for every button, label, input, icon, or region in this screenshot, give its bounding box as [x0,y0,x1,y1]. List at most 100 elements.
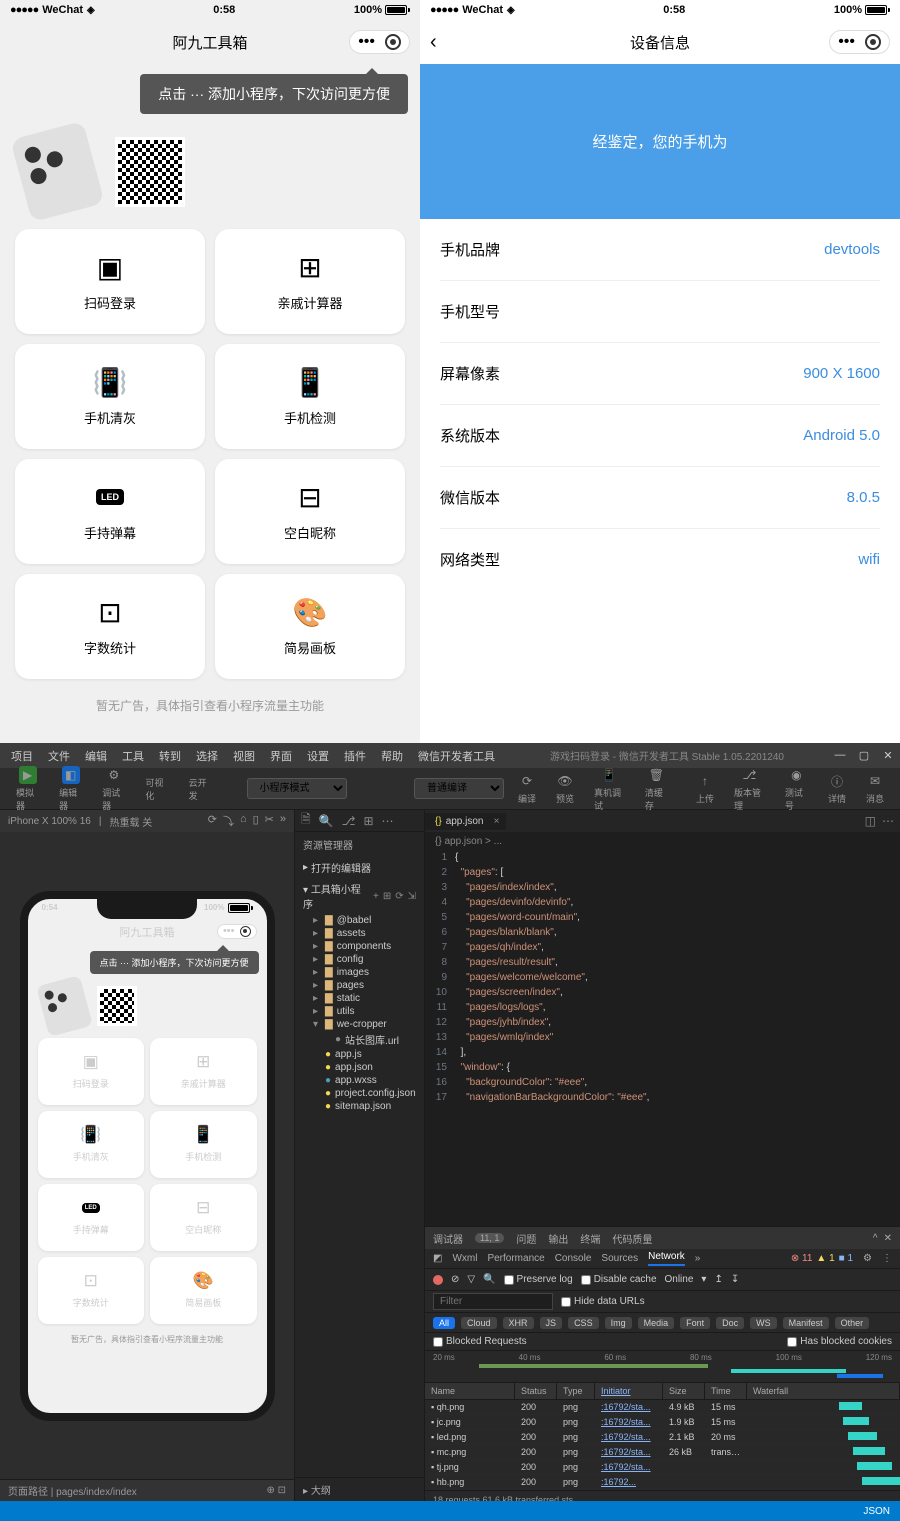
new-file-icon[interactable]: + [373,891,379,902]
filter-icon[interactable]: ▽ [467,1274,475,1285]
ext-tab-icon[interactable]: ⊞ [363,814,373,828]
tree-sitemap.json[interactable]: ●sitemap.json [295,1100,424,1113]
net-row-qh.png[interactable]: ▪ qh.png200png:16792/sta...4.9 kB15 ms [425,1400,900,1415]
lang-indicator[interactable]: JSON [863,1506,890,1517]
search-net-icon[interactable]: 🔍 [483,1274,495,1285]
net-row-hb.png[interactable]: ▪ hb.png200png:16792... [425,1475,900,1490]
clear-icon[interactable]: ⊘ [451,1274,459,1285]
card-word-count[interactable]: ⊡字数统计 [15,574,205,679]
tree-static[interactable]: ▸▇static [295,992,424,1005]
project-section[interactable]: ▾ 工具箱小程序 +⊞⟳⇲ [295,878,424,914]
menu-界面[interactable]: 界面 [264,745,298,767]
messages-btn[interactable]: ✉消息 [860,770,890,807]
filter-Doc[interactable]: Doc [716,1317,744,1329]
menu-dots-icon[interactable]: ••• [838,34,855,50]
outline-section[interactable]: ▸ 大纲 [295,1477,424,1501]
tree-app.js[interactable]: ●app.js [295,1048,424,1061]
tree-we-cropper[interactable]: ▾▇we-cropper [295,1018,424,1031]
card-scan-login[interactable]: ▣扫码登录 [15,229,205,334]
panel-up-icon[interactable]: ^ [873,1233,878,1244]
tree-站长图库.url[interactable]: ●站长图库.url [295,1031,424,1048]
settings-icon[interactable]: ⚙ [863,1253,872,1264]
menu-转到[interactable]: 转到 [153,745,187,767]
perf-tab[interactable]: Performance [487,1253,544,1264]
more-tabs-icon[interactable]: » [695,1253,701,1264]
tab-app-json[interactable]: {}app.json× [425,813,506,830]
network-filter-input[interactable] [433,1293,553,1310]
filter-All[interactable]: All [433,1317,455,1329]
network-tab[interactable]: Network [648,1251,685,1266]
tree-components[interactable]: ▸▇components [295,940,424,953]
clear-cache-btn[interactable]: 🗑清缓存 [639,764,674,814]
card-phone-detect[interactable]: 📱手机检测 [215,344,405,449]
download-icon[interactable]: ↧ [731,1274,739,1285]
search-tab-icon[interactable]: 🔍 [319,814,334,828]
dock-icon[interactable]: ⋮ [882,1253,892,1264]
filter-Img[interactable]: Img [605,1317,632,1329]
close-target-icon[interactable] [865,34,881,50]
filter-CSS[interactable]: CSS [568,1317,599,1329]
code-area[interactable]: 1234567891011121314151617 { "pages": [ "… [425,850,900,1226]
warn-count[interactable]: ▲ 1 [816,1253,834,1264]
qr-code[interactable] [115,137,185,207]
simulator-tab[interactable]: ▶模拟器 [10,764,45,814]
tree-config[interactable]: ▸▇config [295,953,424,966]
real-device-btn[interactable]: 📱真机调试 [588,764,631,814]
tree-@babel[interactable]: ▸▇@babel [295,914,424,927]
filter-XHR[interactable]: XHR [503,1317,534,1329]
issues-tab[interactable]: 问题 [516,1231,536,1246]
menu-dots-icon[interactable]: ••• [358,34,375,50]
filter-Manifest[interactable]: Manifest [783,1317,829,1329]
upload-btn[interactable]: ↑上传 [690,770,720,807]
split-icon[interactable]: ◫ [865,814,876,828]
test-btn[interactable]: ◉测试号 [779,764,814,814]
filter-WS[interactable]: WS [750,1317,777,1329]
throttle-select[interactable]: Online [665,1274,694,1285]
upload-icon[interactable]: ↥ [714,1274,722,1285]
breadcrumb[interactable]: {} app.json > ... [425,832,900,850]
debugger-tab[interactable]: 调试器 [433,1231,463,1246]
editor-tab[interactable]: ◧编辑器 [53,764,88,814]
filter-JS[interactable]: JS [540,1317,563,1329]
disable-cache-check[interactable]: Disable cache [581,1274,657,1285]
more-editor-icon[interactable]: ⋯ [882,814,894,828]
more-icon[interactable]: » [280,813,286,829]
close-window-icon[interactable]: ✕ [881,749,895,762]
close-target-icon[interactable] [385,34,401,50]
cut-icon[interactable]: ✂ [265,813,274,829]
preserve-log-check[interactable]: Preserve log [504,1274,573,1285]
more-tab-icon[interactable]: ⋯ [382,814,394,828]
card-phone-clean[interactable]: 📳手机清灰 [15,344,205,449]
wxml-tab[interactable]: Wxml [452,1253,477,1264]
menu-插件[interactable]: 插件 [338,745,372,767]
info-count[interactable]: ■ 1 [839,1253,853,1264]
debugger-tab[interactable]: ⚙调试器 [96,764,131,814]
inspect-icon[interactable]: ◩ [433,1253,442,1264]
refresh-icon[interactable]: ⟳ [208,813,217,829]
card-led-banner[interactable]: LED手持弹幕 [15,459,205,564]
minimize-icon[interactable]: — [833,749,847,762]
visual-tab[interactable]: 可视化 [139,774,174,804]
net-row-tj.png[interactable]: ▪ tj.png200png:16792/sta... [425,1460,900,1475]
files-tab-icon[interactable]: 🗎 [301,810,311,831]
tree-app.json[interactable]: ●app.json [295,1061,424,1074]
blocked-requests-check[interactable]: Blocked Requests [433,1336,527,1347]
filter-Other[interactable]: Other [835,1317,870,1329]
tree-pages[interactable]: ▸▇pages [295,979,424,992]
tree-project.config.json[interactable]: ●project.config.json [295,1087,424,1100]
capsule-menu[interactable]: ••• [829,30,890,54]
net-row-mc.png[interactable]: ▪ mc.png200png:16792/sta...26 kBtransfer… [425,1445,900,1460]
refresh-tree-icon[interactable]: ⟳ [395,891,403,902]
compile-preset-select[interactable]: 普通编译 [414,778,504,799]
simulator-phone[interactable]: 0:54 100% 阿九工具箱 ••• 点击 ··· 添加小程序，下次访问更方便… [0,832,294,1479]
device-select[interactable]: iPhone X 100% 16 [8,816,91,827]
menu-微信开发者工具[interactable]: 微信开发者工具 [412,745,501,767]
compile-btn[interactable]: ⟳编译 [512,770,542,807]
card-blank-name[interactable]: ⊟空白昵称 [215,459,405,564]
record-icon[interactable] [433,1275,443,1285]
terminal-tab[interactable]: 终端 [580,1231,600,1246]
menu-视图[interactable]: 视图 [227,745,261,767]
open-editors-section[interactable]: ▸ 打开的编辑器 [295,857,424,878]
tree-app.wxss[interactable]: ●app.wxss [295,1074,424,1087]
menu-设置[interactable]: 设置 [301,745,335,767]
